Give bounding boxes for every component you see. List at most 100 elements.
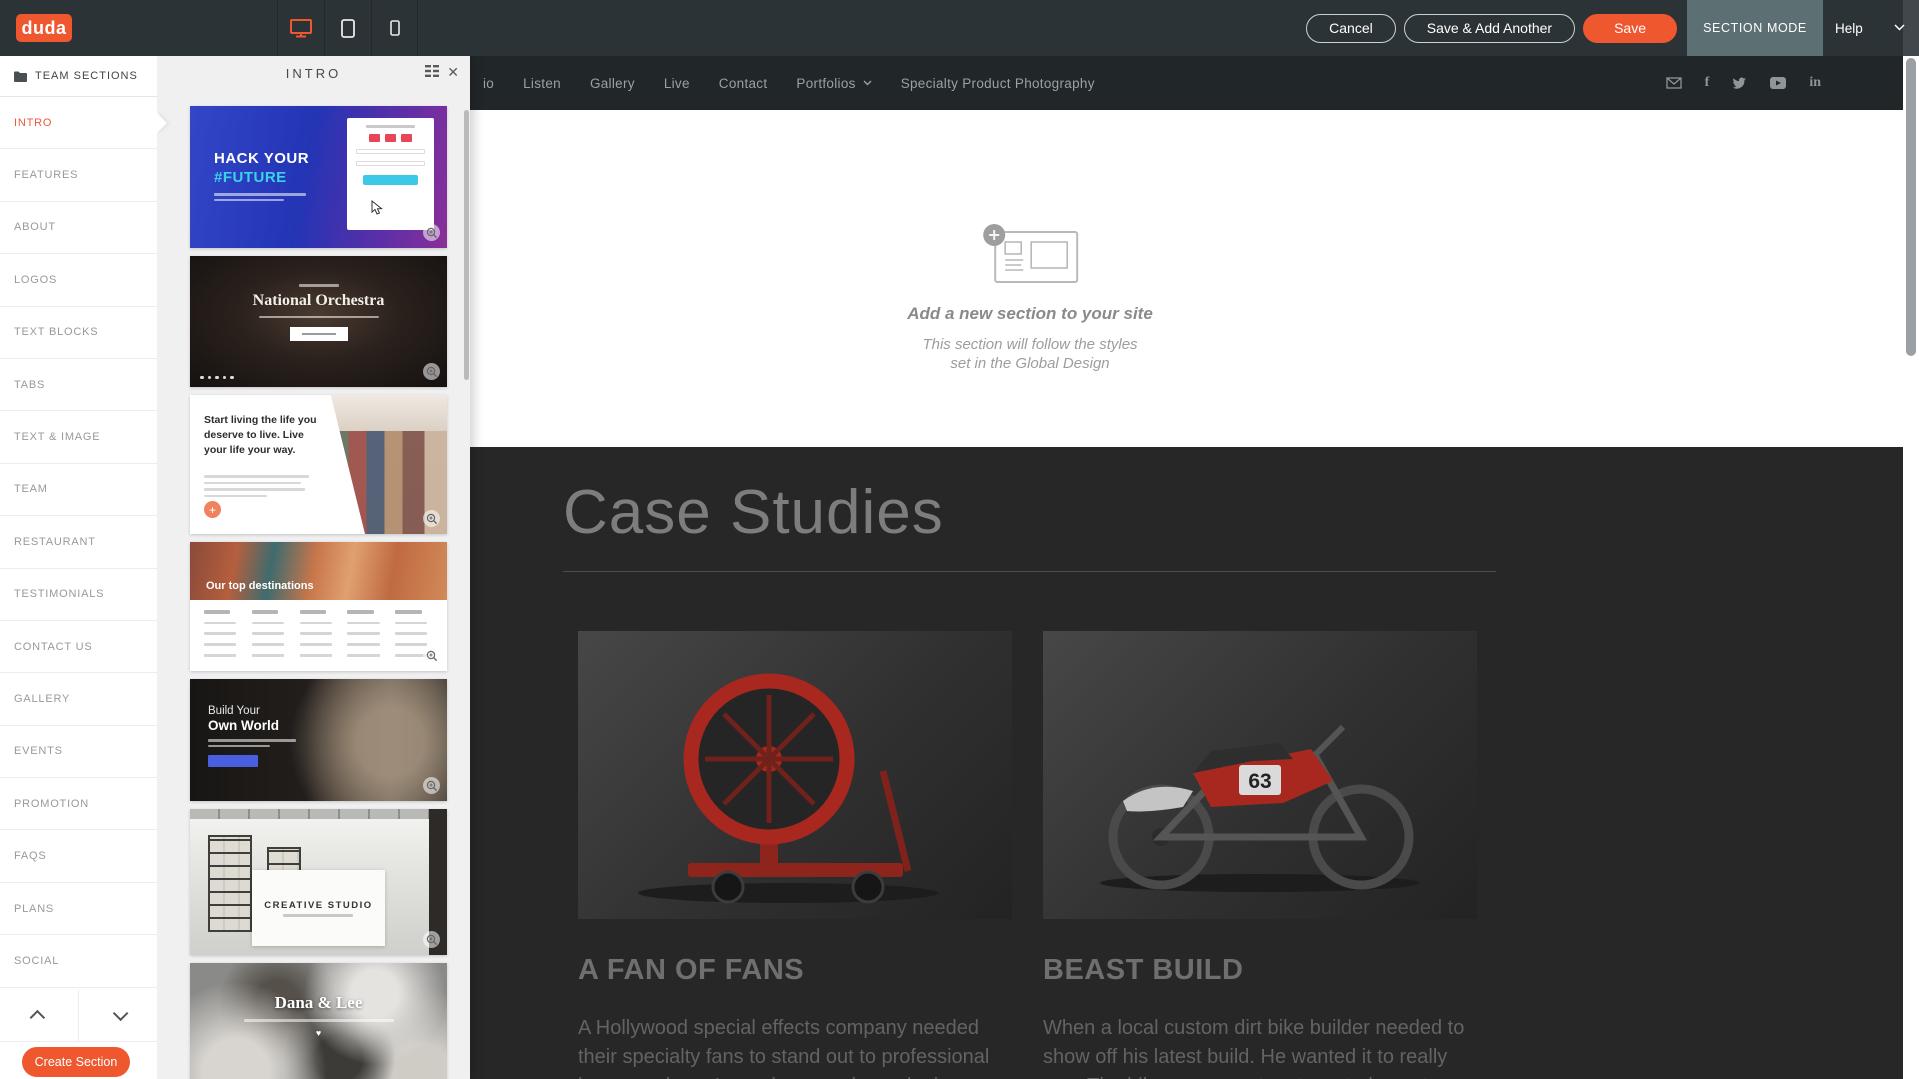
tablet-icon	[341, 19, 355, 38]
sidebar-item[interactable]: INTRO	[0, 97, 157, 149]
section-thumbnail-orchestra[interactable]: National Orchestra	[190, 256, 447, 387]
chevron-up-icon	[29, 1010, 45, 1026]
sidebar-item[interactable]: LOGOS	[0, 254, 157, 306]
thumb-photo: Our top destinations	[190, 542, 447, 600]
sidebar-item-label: TESTIMONIALS	[14, 588, 104, 600]
add-section-placeholder[interactable]: Add a new section to your site This sect…	[907, 222, 1153, 374]
page-scrollbar-thumb[interactable]	[1906, 58, 1916, 356]
sidebar-item[interactable]: FAQS	[0, 830, 157, 882]
thumb-title: Our top destinations	[206, 580, 314, 592]
section-thumbnail-creative-studio[interactable]: CREATIVE STUDIO	[190, 809, 447, 955]
close-icon[interactable]: ✕	[447, 65, 462, 79]
scroll-down-button[interactable]	[79, 990, 157, 1041]
nav-item-specialty[interactable]: Specialty Product Photography	[901, 76, 1095, 91]
email-icon[interactable]	[1666, 77, 1682, 89]
sidebar-item-label: ABOUT	[14, 221, 56, 233]
case-study-card-fan: A FAN OF FANS A Hollywood special effect…	[578, 631, 1012, 1079]
sidebar-item[interactable]: FEATURES	[0, 149, 157, 201]
sidebar-item-label: TABS	[14, 379, 45, 391]
section-thumbnail-destinations[interactable]: Our top destinations	[190, 542, 447, 671]
case-study-heading: A FAN OF FANS	[578, 954, 1012, 987]
section-mode-badge: SECTION MODE	[1687, 0, 1823, 56]
sidebar-item[interactable]: EVENTS	[0, 726, 157, 778]
case-studies-title: Case Studies	[563, 477, 944, 548]
layout-grid-icon[interactable]	[425, 65, 439, 79]
nav-item-truncated[interactable]: io	[483, 76, 494, 91]
cursor-pointer	[370, 200, 384, 221]
sidebar-item[interactable]: TESTIMONIALS	[0, 569, 157, 621]
nav-item-contact[interactable]: Contact	[719, 76, 768, 91]
create-section-button[interactable]: Create Section	[22, 1047, 130, 1077]
section-thumbnail-wedding[interactable]: Dana & Lee ♥	[190, 963, 447, 1079]
panel-scrollbar[interactable]	[464, 110, 469, 380]
add-section-icon	[981, 222, 1079, 274]
facebook-icon[interactable]: f	[1705, 75, 1710, 91]
zoom-in-icon	[423, 363, 440, 380]
device-switcher	[277, 0, 418, 56]
sidebar-item[interactable]: SOCIAL	[0, 935, 157, 987]
section-thumbnail-lifestyle[interactable]: Start living the life you deserve to liv…	[190, 395, 447, 534]
folder-icon	[14, 71, 27, 82]
section-thumbnail-hackathon[interactable]: HACK YOUR #FUTURE	[190, 106, 447, 248]
plus-icon: +	[204, 501, 221, 518]
sidebar-item[interactable]: RESTAURANT	[0, 516, 157, 568]
sidebar-item[interactable]: CONTACT US	[0, 621, 157, 673]
nav-item-listen[interactable]: Listen	[523, 76, 561, 91]
fan-image	[578, 631, 1012, 919]
mobile-preview-button[interactable]	[371, 0, 418, 56]
carousel-dots	[200, 376, 234, 380]
youtube-icon[interactable]	[1770, 77, 1786, 89]
thumb-title: Start living the life you deserve to liv…	[204, 413, 322, 459]
sidebar-item-label: CONTACT US	[14, 641, 93, 653]
sidebar-item-label: TEXT BLOCKS	[14, 326, 98, 338]
thumb-title: CREATIVE STUDIO	[264, 900, 372, 911]
nav-item-gallery[interactable]: Gallery	[590, 76, 635, 91]
thumb-button	[208, 755, 258, 767]
sidebar-item[interactable]: ABOUT	[0, 202, 157, 254]
zoom-in-icon	[423, 777, 440, 794]
zoom-in-icon	[423, 647, 440, 664]
sidebar-item-label: TEXT & IMAGE	[14, 431, 100, 443]
sidebar-item[interactable]: TEXT BLOCKS	[0, 307, 157, 359]
bike-image: 63	[1043, 631, 1477, 919]
tablet-preview-button[interactable]	[324, 0, 371, 56]
save-add-another-button[interactable]: Save & Add Another	[1404, 14, 1575, 43]
sidebar-item-label: TEAM	[14, 483, 48, 495]
save-button[interactable]: Save	[1583, 14, 1677, 43]
desktop-icon	[289, 18, 313, 38]
heart-icon: ♥	[190, 1028, 447, 1038]
thumb-title: Build Your	[208, 705, 296, 717]
sidebar-item[interactable]: TEXT & IMAGE	[0, 411, 157, 463]
intro-panel: INTRO ✕ HACK YOUR #FUTURE	[157, 56, 470, 1079]
linkedin-icon[interactable]: in	[1809, 75, 1821, 91]
case-study-heading: BEAST BUILD	[1043, 954, 1477, 987]
zoom-in-icon	[423, 931, 440, 948]
divider	[563, 571, 1496, 572]
sidebar-header: TEAM SECTIONS	[0, 56, 157, 97]
editor-topbar: duda Cancel Save & Add	[0, 0, 1919, 56]
add-section-subtitle: This section will follow the styles set …	[907, 336, 1153, 374]
svg-text:63: 63	[1248, 770, 1271, 793]
duda-logo[interactable]: duda	[16, 14, 72, 42]
zoom-in-icon	[423, 224, 440, 241]
sidebar-item[interactable]: PLANS	[0, 883, 157, 935]
add-section-title: Add a new section to your site	[907, 304, 1153, 324]
page-scrollbar[interactable]	[1903, 0, 1919, 1079]
sidebar-item-label: PLANS	[14, 903, 54, 915]
sidebar-item[interactable]: TEAM	[0, 464, 157, 516]
sidebar-item-label: FEATURES	[14, 169, 78, 181]
nav-item-portfolios[interactable]: Portfolios	[796, 76, 871, 91]
scroll-up-button[interactable]	[0, 990, 79, 1041]
sidebar-item[interactable]: GALLERY	[0, 673, 157, 725]
nav-item-live[interactable]: Live	[664, 76, 690, 91]
sidebar-item[interactable]: PROMOTION	[0, 778, 157, 830]
zoom-in-icon	[423, 510, 440, 527]
sidebar: TEAM SECTIONS INTRO FEATURES ABOUT LOGOS	[0, 56, 157, 1079]
case-study-body: When a local custom dirt bike builder ne…	[1043, 1014, 1473, 1079]
twitter-icon[interactable]	[1732, 77, 1747, 89]
sidebar-item[interactable]: TABS	[0, 359, 157, 411]
section-thumbnail-own-world[interactable]: Build Your Own World	[190, 679, 447, 801]
desktop-preview-button[interactable]	[277, 0, 324, 56]
cancel-button[interactable]: Cancel	[1306, 14, 1396, 43]
sidebar-item-label: RESTAURANT	[14, 536, 96, 548]
